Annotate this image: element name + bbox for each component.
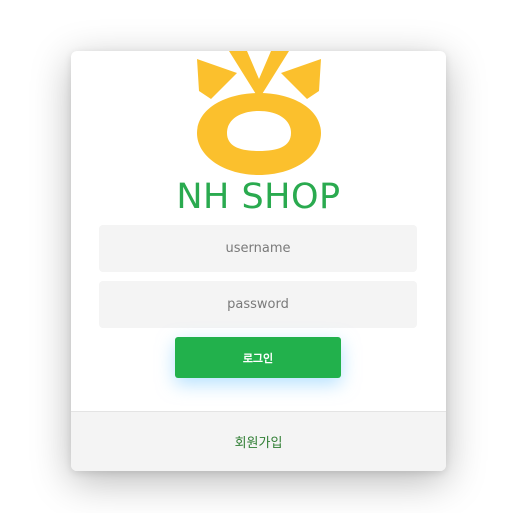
password-input[interactable] — [99, 281, 417, 328]
login-button[interactable]: 로그인 — [175, 337, 341, 378]
signup-link[interactable]: 회원가입 — [235, 432, 283, 451]
username-input[interactable] — [99, 225, 417, 272]
card-footer: 회원가입 — [71, 411, 446, 471]
brand-title: NH SHOP — [176, 177, 341, 217]
nh-bank-logo-icon — [197, 51, 321, 175]
login-card: NH SHOP 로그인 회원가입 — [71, 51, 446, 471]
